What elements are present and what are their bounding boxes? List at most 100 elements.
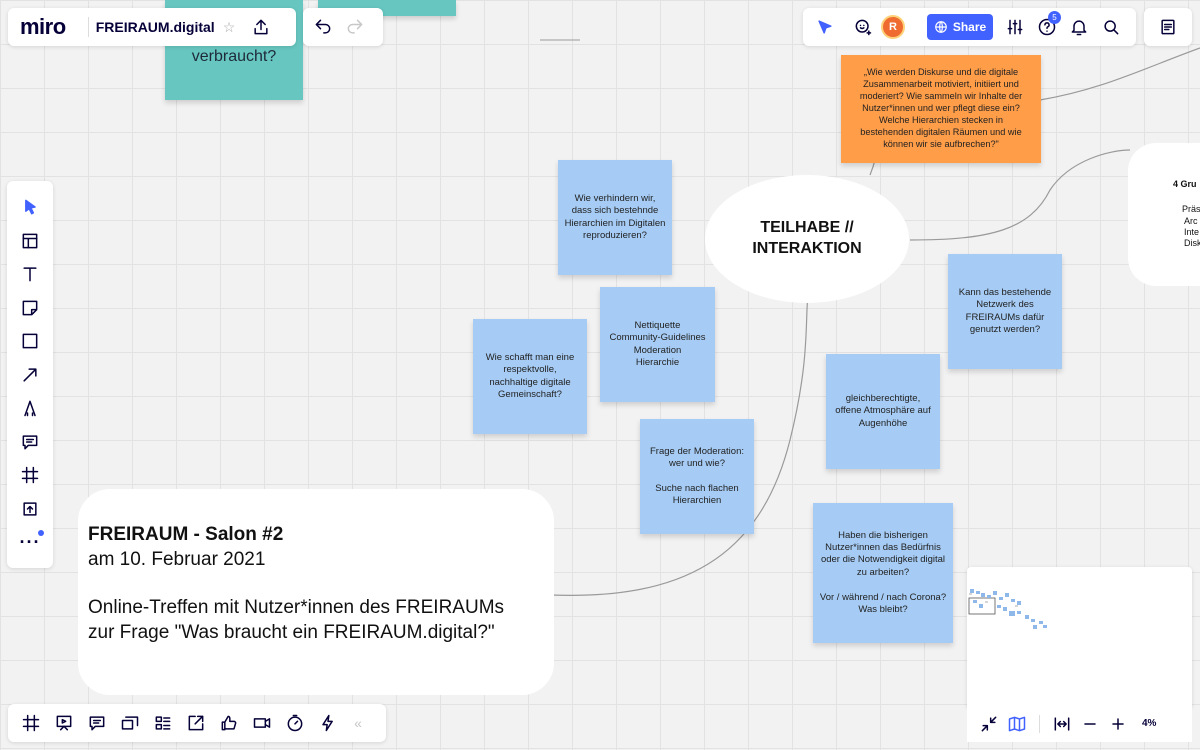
text-tool[interactable]	[14, 258, 46, 290]
sticky-note-text: Wie schafft man eine respektvolle, nachh…	[485, 351, 575, 400]
right-card-line: Disk	[1184, 238, 1200, 248]
arrow-tool[interactable]	[14, 359, 46, 391]
undo-redo-box	[303, 8, 383, 46]
more-tools-button[interactable]: ···	[14, 526, 46, 558]
kanban-button[interactable]	[146, 707, 179, 739]
fit-to-screen-button[interactable]	[975, 708, 1003, 740]
share-screen-button[interactable]	[179, 707, 212, 739]
bell-icon	[1071, 20, 1087, 36]
cards-button[interactable]	[113, 707, 146, 739]
invite-button[interactable]	[847, 11, 879, 43]
text-icon	[23, 267, 37, 282]
frame-tool[interactable]	[14, 459, 46, 491]
miro-logo[interactable]: miro	[20, 14, 66, 40]
right-info-card[interactable]: 4 Gru Präs Arc Inte Disk	[1128, 143, 1200, 286]
board-title[interactable]: FREIRAUM.digital	[96, 19, 215, 35]
search-button[interactable]	[1095, 11, 1127, 43]
collapse-icon: «	[354, 715, 362, 731]
plus-icon	[1112, 717, 1124, 730]
lightning-icon	[321, 714, 333, 732]
star-icon[interactable]: ☆	[223, 19, 236, 36]
right-card-line: Präs	[1182, 204, 1200, 215]
upload-icon	[254, 19, 268, 35]
sticky-note-orange[interactable]: „Wie werden Diskurse und die digitale Zu…	[841, 55, 1041, 163]
zoom-level[interactable]: 4%	[1142, 718, 1156, 729]
right-card-line: Arc	[1184, 215, 1198, 226]
globe-icon	[934, 21, 947, 33]
user-avatar[interactable]: R	[881, 15, 905, 39]
select-tool[interactable]	[14, 191, 46, 223]
salon-description-line: zur Frage "Was braucht ein FREIRAUM.digi…	[88, 622, 495, 644]
timer-icon	[287, 714, 302, 732]
notifications-button[interactable]	[1063, 11, 1095, 43]
presentation-icon	[56, 715, 71, 731]
arrow-icon	[23, 367, 37, 382]
lightning-button[interactable]	[311, 707, 344, 739]
voting-button[interactable]	[212, 707, 245, 739]
salon-info-card[interactable]: FREIRAUM - Salon #2 am 10. Februar 2021 …	[78, 489, 554, 695]
fit-width-icon	[1054, 716, 1070, 731]
add-user-icon	[855, 19, 872, 36]
sticky-note-atmosphaere[interactable]: gleichberechtigte, offene Atmosphäre auf…	[826, 354, 940, 469]
frames-button[interactable]	[14, 707, 47, 739]
sticky-note-text: verbraucht?	[191, 48, 277, 66]
share-button[interactable]: Share	[927, 14, 993, 40]
right-card-line: Inte	[1184, 226, 1200, 237]
salon-description-line: Online-Treffen mit Nutzer*innen des FREI…	[88, 597, 505, 619]
minimap-toggle-button[interactable]	[1003, 708, 1031, 740]
help-button[interactable]: 5	[1031, 11, 1063, 43]
fit-width-button[interactable]	[1048, 708, 1076, 740]
collaboration-bottom-toolbar: «	[8, 704, 386, 742]
sticky-note-gemeinschaft[interactable]: Wie schafft man eine respektvolle, nachh…	[473, 319, 587, 434]
topic-ellipse[interactable]: TEILHABE // INTERAKTION	[705, 175, 909, 303]
sticky-note-beduerfnis[interactable]: Haben die bisherigen Nutzer*innen das Be…	[813, 503, 953, 643]
creation-toolbar: ···	[7, 181, 53, 568]
minimap[interactable]	[967, 567, 1192, 707]
topic-ellipse-label: TEILHABE // INTERAKTION	[752, 219, 862, 257]
zoom-out-button[interactable]	[1076, 708, 1104, 740]
presentation-button[interactable]	[47, 707, 80, 739]
map-icon	[1008, 716, 1026, 731]
pen-icon	[24, 400, 36, 417]
export-button[interactable]	[245, 11, 277, 43]
cursor-icon	[818, 20, 832, 34]
undo-button[interactable]	[307, 11, 339, 43]
search-icon	[1104, 20, 1119, 35]
cursor-follow-button[interactable]	[809, 11, 841, 43]
shape-icon	[22, 333, 38, 349]
undo-icon	[315, 19, 331, 34]
notes-box	[1144, 8, 1192, 46]
sticky-note-text: Frage der Moderation: wer und wie? Suche…	[650, 445, 744, 507]
help-badge: 5	[1048, 11, 1061, 24]
sticky-note-text: Nettiquette Community-Guidelines Moderat…	[609, 319, 706, 368]
zoom-in-button[interactable]	[1104, 708, 1132, 740]
comment-tool[interactable]	[14, 426, 46, 458]
settings-button[interactable]	[999, 11, 1031, 43]
notes-button[interactable]	[1152, 11, 1184, 43]
sticky-note-tool[interactable]	[14, 292, 46, 324]
templates-tool[interactable]	[14, 225, 46, 257]
sticky-note-text: Kann das bestehende Netzwerk des FREIRAU…	[958, 286, 1052, 335]
sticky-note-text: Wie verhindern wir, dass sich bestehnde …	[564, 192, 666, 241]
right-card-title: 4 Gru	[1173, 179, 1197, 189]
sticky-note-netzwerk[interactable]: Kann das bestehende Netzwerk des FREIRAU…	[948, 254, 1062, 369]
upload-icon	[23, 501, 37, 516]
video-button[interactable]	[245, 707, 278, 739]
sliders-icon	[1007, 19, 1023, 35]
more-tools-badge	[38, 530, 44, 536]
sticky-note-moderation[interactable]: Frage der Moderation: wer und wie? Suche…	[640, 419, 754, 534]
upload-tool[interactable]	[14, 493, 46, 525]
minimap-preview	[968, 589, 1047, 629]
sticky-note-icon	[22, 300, 38, 315]
collapse-toolbar-button[interactable]: «	[344, 707, 372, 739]
sticky-note-netiquette[interactable]: Nettiquette Community-Guidelines Moderat…	[600, 287, 715, 402]
shape-tool[interactable]	[14, 325, 46, 357]
salon-title: FREIRAUM - Salon #2	[88, 524, 284, 545]
redo-button[interactable]	[339, 11, 371, 43]
zoom-controls: 4%	[967, 705, 1192, 742]
pen-tool[interactable]	[14, 392, 46, 424]
minus-icon	[1084, 722, 1096, 725]
comments-button[interactable]	[80, 707, 113, 739]
sticky-note-hierarchien[interactable]: Wie verhindern wir, dass sich bestehnde …	[558, 160, 672, 275]
timer-button[interactable]	[278, 707, 311, 739]
